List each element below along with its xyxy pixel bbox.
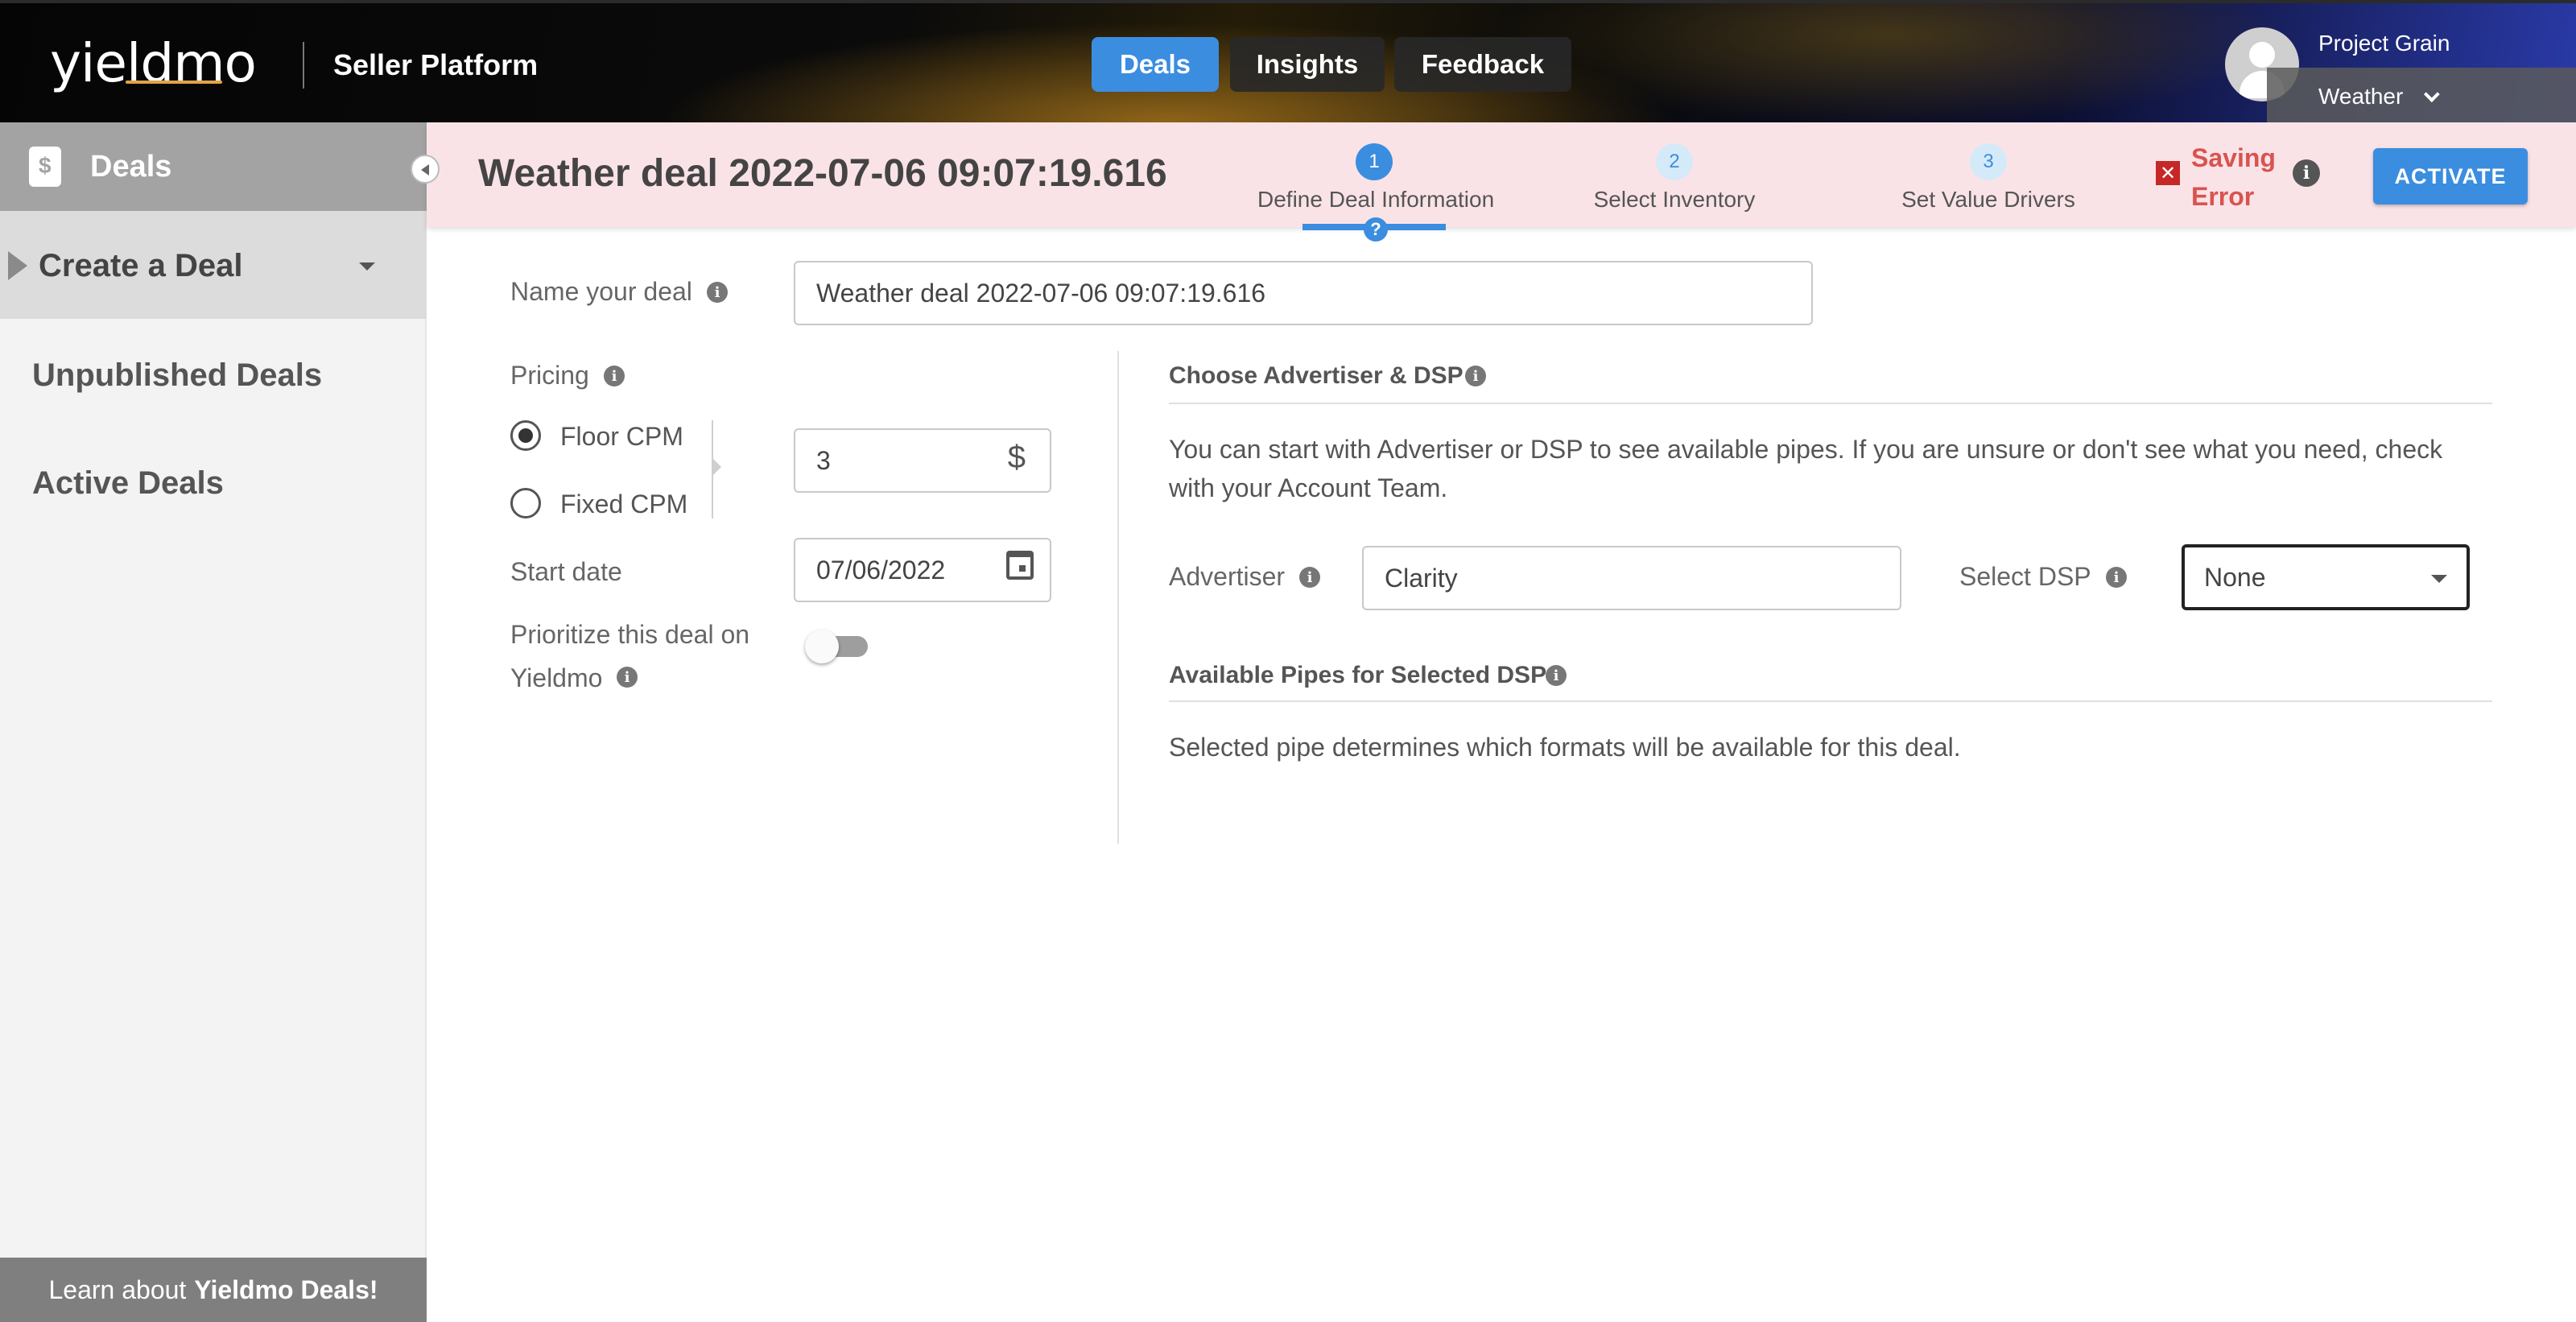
account-switcher[interactable]: Weather — [2267, 68, 2576, 126]
account-name[interactable]: Project Grain — [2318, 31, 2450, 56]
step-set-value-drivers[interactable]: 3 Set Value Drivers — [1900, 143, 2077, 213]
start-date-label: Start date — [510, 557, 622, 586]
saving-error-line2: Error — [2191, 182, 2255, 211]
start-date-input[interactable]: 07/06/2022 — [794, 538, 1051, 602]
sidebar-section-label: Deals — [90, 149, 172, 184]
floor-cpm-label[interactable]: Floor CPM — [560, 422, 683, 452]
saving-error-status: Saving Error — [2191, 138, 2276, 216]
sidebar-item-create-deal[interactable]: Create a Deal — [0, 211, 427, 319]
selected-indicator-icon — [8, 251, 27, 280]
dsp-selected-value: None — [2204, 562, 2266, 592]
section-rule — [1169, 700, 2492, 702]
section-rule — [1169, 403, 2492, 404]
floor-cpm-radio[interactable] — [510, 420, 541, 451]
info-icon[interactable]: i — [707, 282, 728, 303]
sidebar-item-unpublished-deals[interactable]: Unpublished Deals — [32, 357, 322, 394]
yieldmo-logo[interactable]: yieldmo — [50, 32, 257, 94]
sidebar-section-deals[interactable]: Deals — [0, 122, 427, 211]
calendar-icon[interactable] — [1006, 551, 1034, 580]
error-icon: ✕ — [2156, 161, 2180, 185]
learn-prefix: Learn about — [48, 1274, 187, 1304]
deal-title: Weather deal 2022-07-06 09:07:19.616 — [478, 152, 1167, 195]
info-icon[interactable]: i — [604, 366, 625, 386]
saving-error-line1: Saving — [2191, 143, 2276, 172]
step-label: Select Inventory — [1593, 187, 1756, 212]
step-number: 3 — [1970, 143, 2007, 180]
step-label: Set Value Drivers — [1901, 187, 2075, 212]
account-sub-label: Weather — [2318, 84, 2404, 109]
nav-deals-button[interactable]: Deals — [1092, 37, 1219, 92]
price-value: 3 — [816, 445, 831, 475]
price-input[interactable]: 3 $ — [794, 428, 1051, 493]
chevron-down-icon — [2424, 86, 2441, 103]
name-deal-label: Name your deal — [510, 277, 692, 306]
deal-header-bar: Weather deal 2022-07-06 09:07:19.616 1 D… — [427, 122, 2576, 242]
prioritize-label: Prioritize this deal on — [510, 620, 750, 649]
fixed-cpm-label[interactable]: Fixed CPM — [560, 490, 687, 519]
pricing-label: Pricing — [510, 361, 589, 390]
step-number: 1 — [1356, 143, 1393, 180]
start-date-value: 07/06/2022 — [816, 555, 946, 585]
nav-feedback-button[interactable]: Feedback — [1394, 37, 1571, 92]
help-icon[interactable]: ? — [1364, 217, 1388, 242]
pipes-description: Selected pipe determines which formats w… — [1169, 733, 1961, 762]
available-pipes-heading: Available Pipes for Selected DSP — [1169, 662, 1547, 688]
info-icon[interactable]: i — [2293, 159, 2320, 187]
dsp-select[interactable]: None — [2182, 544, 2470, 610]
dropdown-arrow-icon — [2431, 575, 2447, 583]
platform-title: Seller Platform — [333, 48, 539, 81]
column-divider — [1117, 351, 1119, 844]
info-icon[interactable]: i — [1546, 665, 1567, 686]
step-select-inventory[interactable]: 2 Select Inventory — [1586, 143, 1763, 213]
info-icon[interactable]: i — [1299, 567, 1320, 588]
deal-name-input[interactable]: Weather deal 2022-07-06 09:07:19.616 — [794, 261, 1813, 325]
info-icon[interactable]: i — [1465, 366, 1486, 386]
info-icon[interactable]: i — [2106, 567, 2127, 588]
advertiser-description: You can start with Advertiser or DSP to … — [1169, 435, 2443, 502]
caret-down-icon[interactable] — [359, 262, 375, 271]
select-dsp-label: Select DSP — [1959, 562, 2091, 591]
sidebar-item-active-deals[interactable]: Active Deals — [32, 465, 224, 502]
step-label: Define Deal Information — [1257, 187, 1495, 212]
header-divider — [303, 42, 304, 89]
info-icon[interactable]: i — [617, 667, 638, 688]
logo-underline — [126, 81, 222, 84]
top-header: yieldmo Seller Platform Deals Insights F… — [0, 0, 2576, 126]
step-define-deal-information[interactable]: 1 Define Deal Information — [1257, 143, 1495, 213]
advertiser-label: Advertiser — [1169, 562, 1286, 591]
fixed-cpm-radio[interactable] — [510, 488, 541, 518]
sidebar-item-label: Create a Deal — [39, 248, 243, 283]
choose-advertiser-heading: Choose Advertiser & DSP — [1169, 362, 1463, 389]
learn-bold: Yieldmo Deals! — [194, 1274, 378, 1304]
prioritize-toggle-knob[interactable] — [805, 630, 839, 663]
prioritize-label-line2: Yieldmo — [510, 663, 603, 692]
step-number: 2 — [1656, 143, 1693, 180]
activate-button[interactable]: ACTIVATE — [2373, 148, 2528, 204]
dollar-icon: $ — [1007, 440, 1026, 475]
dollar-document-icon — [29, 147, 61, 187]
nav-insights-button[interactable]: Insights — [1230, 37, 1385, 92]
person-icon-head — [2249, 42, 2275, 68]
collapse-sidebar-button[interactable] — [411, 155, 440, 184]
pricing-pointer — [713, 459, 721, 475]
advertiser-input[interactable]: Clarity — [1362, 546, 1901, 610]
sidebar: Deals Create a Deal Unpublished Deals Ac… — [0, 122, 427, 1322]
learn-about-link[interactable]: Learn about Yieldmo Deals! — [0, 1258, 427, 1322]
